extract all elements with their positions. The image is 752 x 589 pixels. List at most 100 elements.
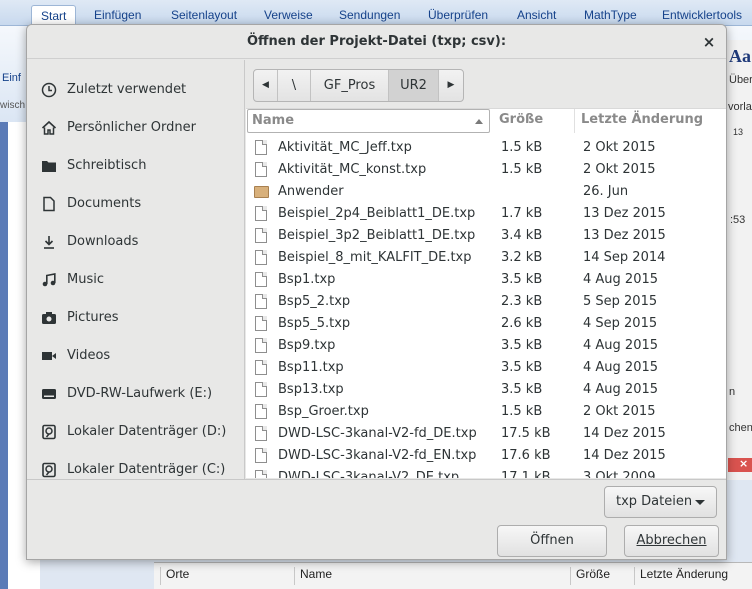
file-size: 1.5 kB	[501, 404, 543, 419]
place-dvd-drive[interactable]: DVD-RW-Laufwerk (E:)	[27, 375, 245, 413]
column-header-label: Name	[252, 113, 295, 128]
file-modified: 14 Dez 2015	[583, 426, 666, 441]
file-row[interactable]: DWD-LSC-3kanal-V2_DE.txp 17.1 kB 3 Okt 200…	[246, 467, 726, 478]
background-fragment-einf: Einf	[2, 72, 21, 84]
column-header-name[interactable]: Name	[247, 109, 490, 133]
place-label: Schreibtisch	[67, 158, 147, 173]
ribbon-tab-mathtype[interactable]: MathType	[584, 8, 637, 22]
file-row[interactable]: Beispiel_2p4_Beiblatt1_DE.txp 1.7 kB 13 De…	[246, 203, 726, 225]
file-modified: 4 Sep 2015	[583, 316, 658, 331]
place-label: Lokaler Datenträger (C:)	[67, 462, 226, 477]
place-recent[interactable]: Zuletzt verwendet	[27, 71, 245, 109]
file-name: DWD-LSC-3kanal-V2-fd_DE.txp	[278, 426, 477, 441]
background-fragment-chen: chen	[729, 422, 752, 434]
file-icon	[255, 426, 267, 441]
close-button[interactable]: ×	[700, 33, 718, 51]
document-icon	[43, 196, 55, 212]
file-name: Bsp1.txp	[278, 272, 336, 287]
path-segment-gf-pros[interactable]: GF_Pros	[311, 70, 389, 101]
ribbon-tab-einfuegen[interactable]: Einfügen	[94, 8, 141, 22]
file-modified: 2 Okt 2015	[583, 162, 656, 177]
ribbon-tab-ansicht[interactable]: Ansicht	[517, 8, 556, 22]
file-row[interactable]: Beispiel_8_mit_KALFIT_DE.txp 3.2 kB 14 Sep…	[246, 247, 726, 269]
optical-drive-icon	[42, 389, 56, 399]
file-name: Bsp9.txp	[278, 338, 336, 353]
file-row[interactable]: Bsp_Groer.txp 1.5 kB 2 Okt 2015	[246, 401, 726, 423]
file-size: 1.7 kB	[501, 206, 543, 221]
sort-ascending-icon	[475, 119, 483, 124]
file-row[interactable]: DWD-LSC-3kanal-V2-fd_EN.txp 17.6 kB 14 Dez…	[246, 445, 726, 467]
ribbon-tab-seitenlayout[interactable]: Seitenlayout	[171, 8, 237, 22]
place-label: DVD-RW-Laufwerk (E:)	[67, 386, 213, 401]
chevron-down-icon	[695, 500, 705, 505]
file-icon	[255, 404, 267, 419]
file-type-filter-label: txp Dateien	[616, 494, 693, 509]
places-sidebar: Zuletzt verwendet Persönlicher Ordner Sc…	[27, 60, 245, 479]
file-icon	[255, 228, 267, 243]
file-modified: 14 Sep 2014	[583, 250, 666, 265]
place-home[interactable]: Persönlicher Ordner	[27, 109, 245, 147]
file-size: 3.5 kB	[501, 272, 543, 287]
file-name: Bsp5_2.txp	[278, 294, 351, 309]
folder-icon	[254, 186, 269, 198]
place-documents[interactable]: Documents	[27, 185, 245, 223]
file-modified: 2 Okt 2015	[583, 404, 656, 419]
file-row[interactable]: Bsp1.txp 3.5 kB 4 Aug 2015	[246, 269, 726, 291]
place-disk-d[interactable]: Lokaler Datenträger (D:)	[27, 413, 245, 451]
file-icon	[255, 294, 267, 309]
download-icon	[44, 236, 54, 249]
file-row[interactable]: Bsp13.txp 3.5 kB 4 Aug 2015	[246, 379, 726, 401]
place-disk-c[interactable]: Lokaler Datenträger (C:)	[27, 451, 245, 489]
path-segment-ur2[interactable]: UR2	[389, 70, 439, 101]
background-fragment-time: :53	[730, 214, 746, 226]
column-header-size[interactable]: Größe	[495, 109, 575, 133]
file-name: Aktivität_MC_konst.txp	[278, 162, 427, 177]
file-row[interactable]: Aktivität_MC_konst.txp 1.5 kB 2 Okt 2015	[246, 159, 726, 181]
file-size: 17.5 kB	[501, 426, 551, 441]
file-size: 17.6 kB	[501, 448, 551, 463]
ribbon-tab-entwicklertools[interactable]: Entwicklertools	[662, 8, 742, 22]
background-ribbon-tabs: Start Einfügen Seitenlayout Verweise Sen…	[0, 0, 752, 27]
background-column-orte: Orte	[160, 567, 294, 585]
background-fragment-n: n	[729, 386, 736, 398]
separator	[27, 479, 726, 480]
place-label: Downloads	[67, 234, 139, 249]
file-type-filter[interactable]: txp Dateien	[604, 486, 717, 518]
place-downloads[interactable]: Downloads	[27, 223, 245, 261]
file-name: Beispiel_2p4_Beiblatt1_DE.txp	[278, 206, 476, 221]
file-row[interactable]: Bsp5_5.txp 2.6 kB 4 Sep 2015	[246, 313, 726, 335]
place-pictures[interactable]: Pictures	[27, 299, 245, 337]
file-modified: 13 Dez 2015	[583, 228, 666, 243]
background-fragment-uber: Über	[729, 74, 752, 86]
ribbon-tab-verweise[interactable]: Verweise	[264, 8, 313, 22]
ribbon-tab-ueberpruefen[interactable]: Überprüfen	[428, 8, 488, 22]
file-row[interactable]: Bsp9.txp 3.5 kB 4 Aug 2015	[246, 335, 726, 357]
ribbon-tab-sendungen[interactable]: Sendungen	[339, 8, 400, 22]
home-icon	[41, 120, 57, 135]
open-button[interactable]: Öffnen	[497, 525, 607, 557]
column-header-modified[interactable]: Letzte Änderung	[577, 109, 725, 133]
path-forward-button[interactable]: ▶	[439, 70, 463, 101]
cancel-button[interactable]: Abbrechen	[624, 525, 719, 557]
path-back-button[interactable]: ◀	[254, 70, 278, 101]
path-segment-root[interactable]: \	[278, 70, 311, 101]
place-desktop[interactable]: Schreibtisch	[27, 147, 245, 185]
file-row[interactable]: Bsp11.txp 3.5 kB 4 Aug 2015	[246, 357, 726, 379]
file-icon	[255, 162, 267, 177]
file-row[interactable]: Anwender 26. Jun	[246, 181, 726, 203]
file-modified: 5 Sep 2015	[583, 294, 658, 309]
music-icon	[42, 273, 56, 287]
background-fragment-vorlag: vorlag	[728, 101, 752, 113]
background-column-groesse: Größe	[570, 567, 632, 585]
file-row[interactable]: Aktivität_MC_Jeff.txp 1.5 kB 2 Okt 2015	[246, 137, 726, 159]
file-row[interactable]: Beispiel_3p2_Beiblatt1_DE.txp 3.4 kB 13 De…	[246, 225, 726, 247]
place-music[interactable]: Music	[27, 261, 245, 299]
dialog-titlebar: Öffnen der Projekt-Datei (txp; csv): ×	[27, 25, 726, 59]
file-name: DWD-LSC-3kanal-V2-fd_EN.txp	[278, 448, 477, 463]
place-videos[interactable]: Videos	[27, 337, 245, 375]
file-row[interactable]: Bsp5_2.txp 2.3 kB 5 Sep 2015	[246, 291, 726, 313]
place-label: Persönlicher Ordner	[67, 120, 196, 135]
file-row[interactable]: DWD-LSC-3kanal-V2-fd_DE.txp 17.5 kB 14 Dez…	[246, 423, 726, 445]
file-modified: 4 Aug 2015	[583, 338, 659, 353]
place-label: Lokaler Datenträger (D:)	[67, 424, 227, 439]
